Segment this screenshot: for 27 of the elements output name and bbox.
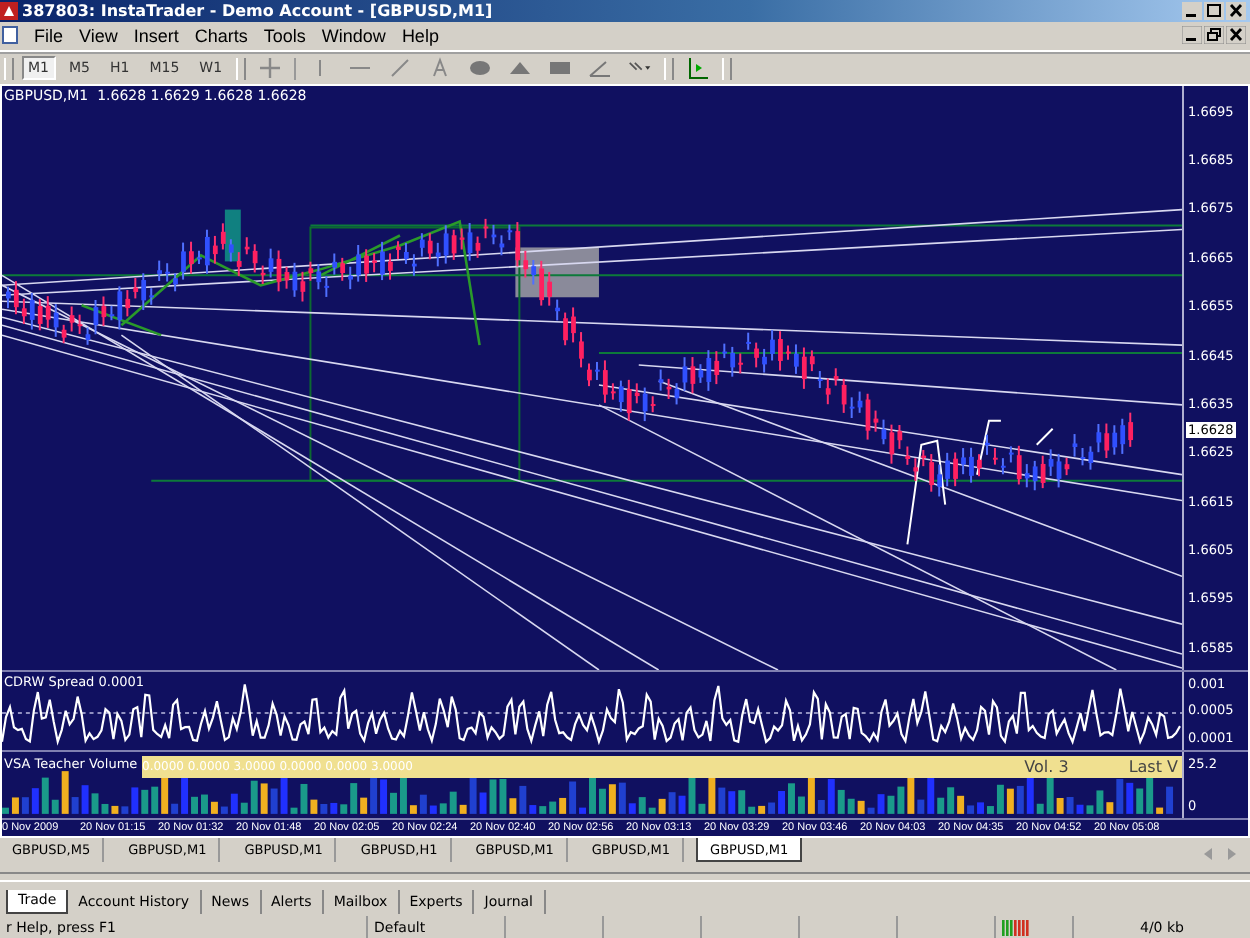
menu-item[interactable]: Tools — [263, 25, 306, 46]
menu-item[interactable]: Help — [401, 25, 439, 46]
minimize-button[interactable] — [1182, 26, 1202, 45]
document-icon — [2, 26, 18, 45]
angle-icon[interactable] — [588, 56, 613, 81]
ellipse-icon[interactable] — [468, 56, 493, 81]
minimize-button[interactable] — [1182, 1, 1202, 20]
app-icon — [0, 1, 18, 20]
menu-item[interactable]: View — [79, 25, 118, 46]
trendline-icon[interactable] — [388, 56, 413, 81]
menu-item[interactable]: Charts — [194, 25, 248, 46]
last-volume-label: Last V — [1128, 757, 1178, 776]
text-tool-icon[interactable] — [428, 56, 453, 81]
volume-value: Vol. 3 — [1024, 757, 1069, 776]
chart-shift-icon[interactable] — [686, 56, 711, 81]
scroll-right-icon[interactable] — [1226, 847, 1238, 860]
close-button[interactable] — [1226, 1, 1246, 20]
window-title: 387803: InstaTrader - Demo Account - [GBPUSD,M1] — [22, 1, 493, 20]
crosshair-icon[interactable] — [258, 56, 283, 81]
maximize-button[interactable] — [1204, 1, 1224, 20]
menu-item[interactable]: Window — [321, 25, 386, 46]
scroll-left-icon[interactable] — [1202, 847, 1214, 860]
menu-item[interactable]: Insert — [133, 25, 179, 46]
restore-button[interactable] — [1204, 26, 1224, 45]
menu-item[interactable]: File — [34, 25, 64, 46]
close-button[interactable] — [1226, 26, 1246, 45]
connection-bars-icon — [1002, 919, 1030, 936]
